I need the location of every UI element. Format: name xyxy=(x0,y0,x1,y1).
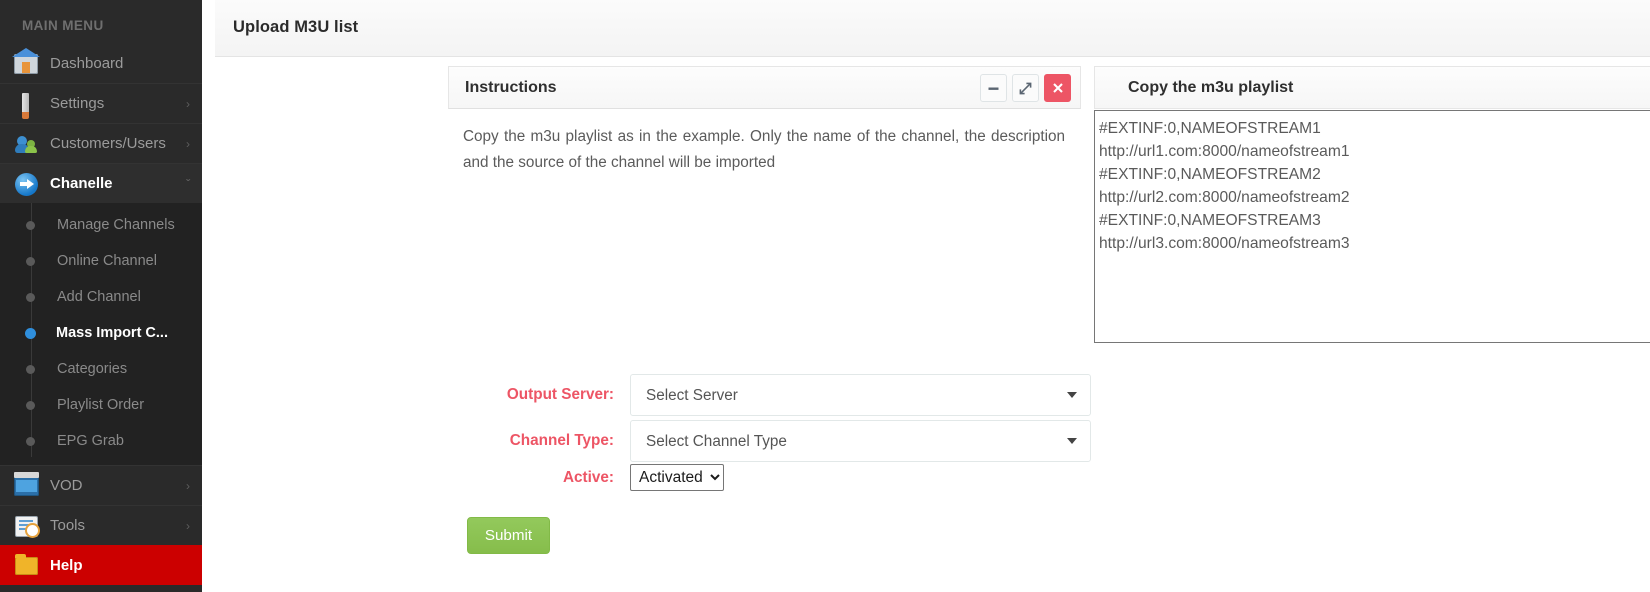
help-book-icon xyxy=(14,553,40,579)
sidebar-subitem-label: Manage Channels xyxy=(57,217,175,233)
active-select[interactable]: Activated xyxy=(630,464,724,491)
blue-arrow-icon xyxy=(14,171,40,197)
bullet-icon xyxy=(26,400,35,410)
sidebar-item-chanelle[interactable]: Chanelle ˇ xyxy=(0,163,202,203)
chevron-down-icon: ˇ xyxy=(186,176,190,191)
form-row-active: Active: Activated xyxy=(470,464,724,491)
sidebar-item-label: Settings xyxy=(50,95,105,112)
sidebar-submenu-chanelle: Manage Channels Online Channel Add Chann… xyxy=(0,203,202,465)
sidebar: MAIN MENU Dashboard Settings › Customers… xyxy=(0,0,202,592)
bullet-icon xyxy=(26,364,35,374)
sidebar-item-epg-grab[interactable]: EPG Grab xyxy=(0,423,202,459)
close-button[interactable] xyxy=(1044,74,1071,102)
minimize-icon xyxy=(987,82,1000,95)
sidebar-item-settings[interactable]: Settings › xyxy=(0,83,202,123)
chevron-right-icon: › xyxy=(186,478,190,493)
chevron-right-icon: › xyxy=(186,96,190,111)
instructions-text: Copy the m3u playlist as in the example.… xyxy=(463,128,1065,171)
sidebar-menu-title: MAIN MENU xyxy=(22,18,104,33)
form-row-output-server: Output Server: Select Server xyxy=(470,374,1091,416)
sidebar-subitem-label: Categories xyxy=(57,361,128,377)
sidebar-subitem-label: Online Channel xyxy=(57,253,157,269)
instructions-panel-title: Instructions xyxy=(465,79,557,96)
sidebar-item-label: Dashboard xyxy=(50,54,124,72)
copy-playlist-panel-title: Copy the m3u playlist xyxy=(1128,79,1294,96)
screwdriver-icon xyxy=(14,91,40,119)
panel-tools xyxy=(980,74,1071,102)
sidebar-item-add-channel[interactable]: Add Channel xyxy=(0,279,202,315)
sidebar-item-help[interactable]: Help xyxy=(0,545,202,585)
sidebar-item-label: Tools xyxy=(50,517,86,534)
sidebar-item-customers-users[interactable]: Customers/Users › xyxy=(0,123,202,163)
bullet-icon xyxy=(26,220,35,230)
home-icon xyxy=(12,48,40,76)
sidebar-item-label: VOD xyxy=(50,477,83,494)
channel-type-select-wrapper: Select Channel Type xyxy=(630,420,1091,462)
page-title: Upload M3U list xyxy=(233,18,359,36)
sidebar-item-categories[interactable]: Categories xyxy=(0,351,202,387)
minimize-button[interactable] xyxy=(980,74,1007,102)
m3u-playlist-textarea[interactable]: #EXTINF:0,NAMEOFSTREAM1 http://url1.com:… xyxy=(1094,110,1650,343)
close-icon xyxy=(1052,82,1064,94)
sidebar-item-tools[interactable]: Tools › xyxy=(0,505,202,545)
chevron-right-icon: › xyxy=(186,136,190,151)
main-content: Upload M3U list Instructions Copy the m3… xyxy=(202,0,1650,592)
sidebar-subitem-label: Mass Import C... xyxy=(56,325,168,341)
sidebar-item-vod[interactable]: VOD › xyxy=(0,465,202,505)
output-server-label: Output Server: xyxy=(506,386,614,403)
channel-type-select[interactable]: Select Channel Type xyxy=(630,420,1091,462)
active-label: Active: xyxy=(562,468,614,486)
sidebar-item-playlist-order[interactable]: Playlist Order xyxy=(0,387,202,423)
sidebar-item-mass-import-channels[interactable]: Mass Import C... xyxy=(0,315,202,351)
sidebar-item-online-channel[interactable]: Online Channel xyxy=(0,243,202,279)
clapperboard-icon xyxy=(14,471,40,499)
sidebar-subitem-label: EPG Grab xyxy=(57,433,124,449)
app-root: MAIN MENU Dashboard Settings › Customers… xyxy=(0,0,1650,592)
bullet-icon xyxy=(26,256,35,266)
sidebar-item-manage-channels[interactable]: Manage Channels xyxy=(0,207,202,243)
bullet-icon xyxy=(26,436,35,446)
expand-icon xyxy=(1019,82,1032,95)
channel-type-label: Channel Type: xyxy=(509,432,614,449)
sidebar-subitem-label: Playlist Order xyxy=(57,397,145,413)
chevron-right-icon: › xyxy=(186,518,190,533)
users-icon xyxy=(14,131,40,157)
output-server-select-wrapper: Select Server xyxy=(630,374,1091,416)
form-row-channel-type: Channel Type: Select Channel Type xyxy=(470,420,1091,462)
sidebar-subitem-label: Add Channel xyxy=(57,289,141,305)
bullet-active-icon xyxy=(25,327,36,339)
output-server-select[interactable]: Select Server xyxy=(630,374,1091,416)
copy-playlist-panel-header: Copy the m3u playlist xyxy=(1094,66,1650,109)
sidebar-item-dashboard[interactable]: Dashboard xyxy=(0,43,202,83)
instructions-panel-header: Instructions xyxy=(448,66,1081,109)
instructions-panel-body: Copy the m3u playlist as in the example.… xyxy=(448,109,1081,189)
submit-button[interactable]: Submit xyxy=(467,517,550,554)
bullet-icon xyxy=(26,292,35,302)
sidebar-item-label: Chanelle xyxy=(50,175,113,192)
sidebar-item-label: Customers/Users xyxy=(50,135,166,152)
page-header-bar: Upload M3U list xyxy=(215,0,1650,57)
tools-icon xyxy=(14,513,40,539)
sidebar-item-label: Help xyxy=(50,557,83,574)
expand-button[interactable] xyxy=(1012,74,1039,102)
